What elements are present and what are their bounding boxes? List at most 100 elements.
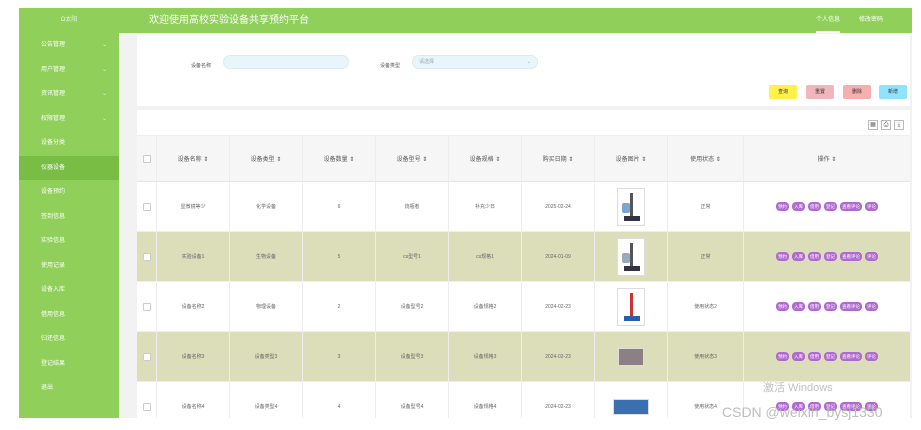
register-button[interactable]: 登记 xyxy=(824,352,837,361)
stock-in-button[interactable]: 入库 xyxy=(792,252,805,261)
sidebar-item-logout[interactable]: 退出 xyxy=(19,376,119,401)
borrow-button[interactable]: 借用 xyxy=(808,302,821,311)
windows-activation-watermark: 激活 Windows xyxy=(763,382,833,394)
reserve-button[interactable]: 预约 xyxy=(776,252,789,261)
sidebar-item-return[interactable]: 归还信息 xyxy=(19,327,119,352)
sidebar-item-results[interactable]: 登记结果 xyxy=(19,352,119,377)
column-header[interactable]: 购买日期 ⇕ xyxy=(522,136,595,181)
row-checkbox[interactable] xyxy=(142,402,151,411)
cell-date: 2024-01-09 xyxy=(522,232,595,281)
cell-image xyxy=(595,232,668,281)
stock-in-button[interactable]: 入库 xyxy=(792,302,805,311)
borrow-button[interactable]: 借用 xyxy=(808,252,821,261)
csdn-watermark: CSDN @weixin_bysj1330 xyxy=(722,404,883,420)
view-comments-button[interactable]: 查看评论 xyxy=(840,202,862,211)
view-comments-button[interactable]: 查看评论 xyxy=(840,302,862,311)
reserve-button[interactable]: 预约 xyxy=(776,302,789,311)
reserve-button[interactable]: 预约 xyxy=(776,202,789,211)
sidebar-item-storage[interactable]: 设备入库 xyxy=(19,278,119,303)
sidebar-item-usage[interactable]: 使用记录 xyxy=(19,254,119,279)
sidebar-item-news[interactable]: 资讯管理 ⌄ xyxy=(19,82,119,107)
equipment-image[interactable] xyxy=(618,347,644,366)
register-button[interactable]: 登记 xyxy=(824,252,837,261)
cell-spec: 设备规格2 xyxy=(449,282,522,331)
search-panel: 设备名称 设备类型 请选择 ⌄ 查询 重置 删除 新增 xyxy=(137,34,910,106)
sidebar-item-label: 设备入库 xyxy=(41,287,66,293)
borrow-button[interactable]: 借用 xyxy=(808,352,821,361)
sidebar-item-experiments[interactable]: 实验信息 xyxy=(19,229,119,254)
comment-button[interactable]: 评论 xyxy=(865,302,878,311)
view-comments-button[interactable]: 查看评论 xyxy=(840,352,862,361)
cell-actions: 预约 入库 借用 登记 查看评论 评论 xyxy=(744,232,910,281)
cell-spec: 设备规格3 xyxy=(449,332,522,381)
sidebar-item-notice[interactable]: 公告管理 ⌄ xyxy=(19,33,119,58)
row-checkbox[interactable] xyxy=(142,252,151,261)
comment-button[interactable]: 评论 xyxy=(865,352,878,361)
equipment-image[interactable] xyxy=(613,398,649,415)
sidebar-item-reservations[interactable]: 设备预约 xyxy=(19,180,119,205)
personal-info-link[interactable]: 个人信息 xyxy=(816,8,841,33)
sidebar-item-permissions[interactable]: 权限管理 ⌄ xyxy=(19,107,119,132)
stock-in-button[interactable]: 入库 xyxy=(792,202,805,211)
name-input[interactable] xyxy=(223,55,349,69)
register-button[interactable]: 登记 xyxy=(824,302,837,311)
sidebar-item-checkin[interactable]: 签到信息 xyxy=(19,205,119,230)
borrow-button[interactable]: 借用 xyxy=(808,202,821,211)
row-checkbox[interactable] xyxy=(142,202,151,211)
columns-icon[interactable]: ▦ xyxy=(868,120,878,130)
column-header[interactable]: 设备数量 ⇕ xyxy=(303,136,376,181)
cell-type: 化学设备 xyxy=(230,182,303,231)
select-all-checkbox[interactable] xyxy=(142,154,151,163)
comment-button[interactable]: 评论 xyxy=(865,202,878,211)
cell-date: 2025-02-24 xyxy=(522,182,595,231)
table-row[interactable]: 设备名称3 设备类型3 3 设备型号3 设备规格3 2024-02-23 使用状… xyxy=(137,332,910,382)
reset-button[interactable]: 重置 xyxy=(806,85,834,99)
top-bar: Ω太阳 欢迎使用高校实验设备共享预约平台 个人信息 修改密码 xyxy=(19,8,912,33)
add-button[interactable]: 新增 xyxy=(879,85,907,99)
delete-button[interactable]: 删除 xyxy=(843,85,871,99)
register-button[interactable]: 登记 xyxy=(824,202,837,211)
type-select[interactable]: 请选择 ⌄ xyxy=(412,55,538,69)
equipment-image[interactable] xyxy=(617,237,645,276)
column-header[interactable]: 操作 ⇕ xyxy=(744,136,910,181)
cell-spec: 设备规格4 xyxy=(449,382,522,418)
sidebar-item-users[interactable]: 用户管理 ⌄ xyxy=(19,58,119,83)
cell-status: 正常 xyxy=(668,182,744,231)
column-header[interactable]: 使用状态 ⇕ xyxy=(668,136,744,181)
query-button[interactable]: 查询 xyxy=(769,85,797,99)
cell-qty: 5 xyxy=(303,232,376,281)
column-header[interactable]: 设备规格 ⇕ xyxy=(449,136,522,181)
column-header[interactable]: 设备图片 ⇕ xyxy=(595,136,668,181)
sidebar-item-equipment[interactable]: 仪器设备 xyxy=(19,155,119,180)
table-row[interactable]: 设备名称2 物理设备 2 设备型号2 设备规格2 2024-02-23 使用状态… xyxy=(137,282,910,332)
cell-qty: 4 xyxy=(303,382,376,418)
cell-type: 生物设备 xyxy=(230,232,303,281)
cell-actions: 预约 入库 借用 登记 查看评论 评论 xyxy=(744,332,910,381)
reserve-button[interactable]: 预约 xyxy=(776,352,789,361)
stock-in-button[interactable]: 入库 xyxy=(792,352,805,361)
table-row[interactable]: 显微镜等少 化学设备 6 烧瓶者 补充少日 2025-02-24 正常 预约 入… xyxy=(137,182,910,232)
equipment-image[interactable] xyxy=(617,187,645,226)
row-checkbox[interactable] xyxy=(142,302,151,311)
sidebar-item-label: 签到信息 xyxy=(41,213,66,220)
cell-date: 2024-02-23 xyxy=(522,282,595,331)
chevron-down-icon: ⌄ xyxy=(101,66,107,73)
cell-date: 2024-02-23 xyxy=(522,382,595,418)
row-checkbox[interactable] xyxy=(142,352,151,361)
sidebar-item-borrow[interactable]: 借用信息 xyxy=(19,303,119,328)
print-icon[interactable]: ⎙ xyxy=(881,120,891,130)
cell-type: 设备类型3 xyxy=(230,332,303,381)
column-header[interactable]: 设备类型 ⇕ xyxy=(230,136,303,181)
sidebar-item-categories[interactable]: 设备分类 xyxy=(19,131,119,156)
change-password-link[interactable]: 修改密码 xyxy=(859,8,883,33)
export-icon[interactable]: ⤓ xyxy=(894,120,904,130)
view-comments-button[interactable]: 查看评论 xyxy=(840,252,862,261)
column-header[interactable]: 设备名称 ⇕ xyxy=(157,136,230,181)
table-row[interactable]: 实验设备1 生物设备 5 cs型号1 cs规格1 2024-01-09 正常 预… xyxy=(137,232,910,282)
comment-button[interactable]: 评论 xyxy=(865,252,878,261)
sidebar-item-label: 设备预约 xyxy=(41,189,66,195)
equipment-image[interactable] xyxy=(617,287,645,326)
row-select-cell xyxy=(137,182,157,231)
column-header[interactable]: 设备型号 ⇕ xyxy=(376,136,449,181)
sidebar-item-label: 退出 xyxy=(41,385,54,391)
